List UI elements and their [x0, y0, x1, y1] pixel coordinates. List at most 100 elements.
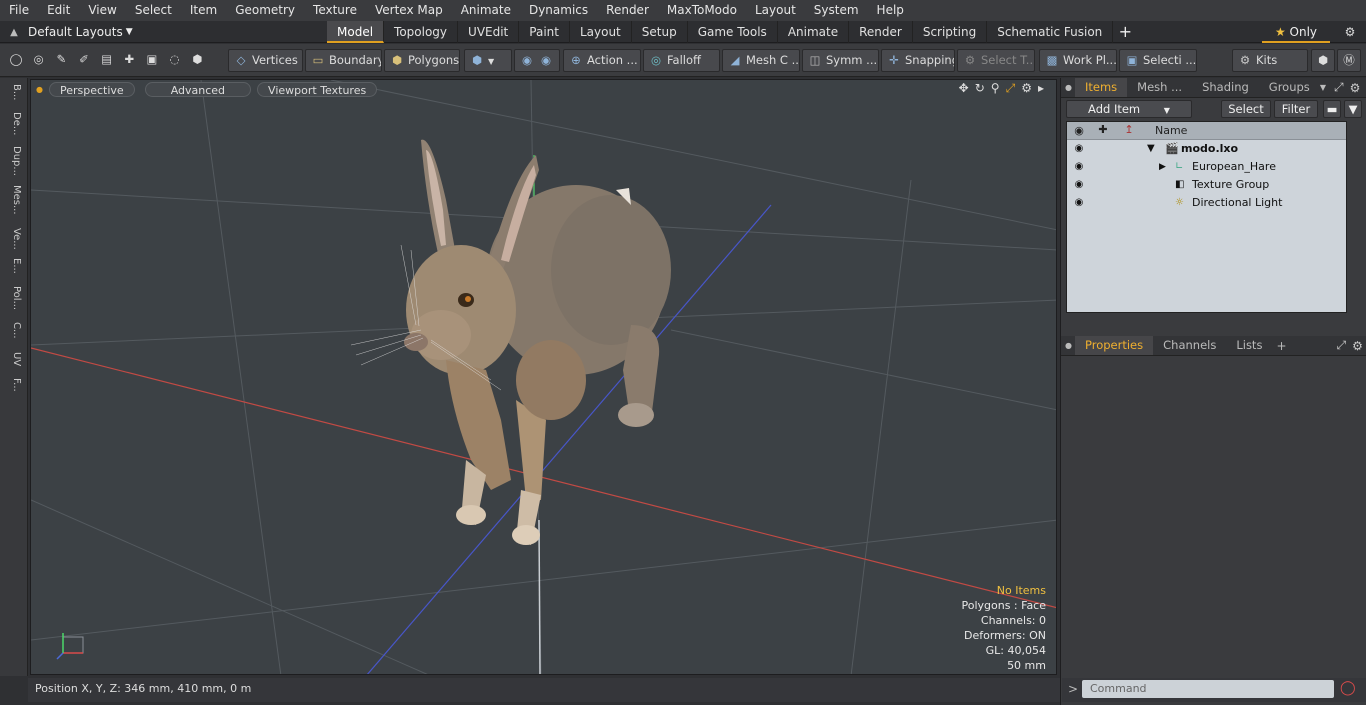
- collapse-all-icon[interactable]: ▬: [1323, 100, 1341, 118]
- side-tab-edge[interactable]: E...: [4, 258, 22, 274]
- rotate-icon[interactable]: ↻: [975, 81, 985, 96]
- menu-item[interactable]: Item: [181, 0, 226, 21]
- tab-animate[interactable]: Animate: [778, 21, 850, 43]
- side-tab-uv[interactable]: UV: [4, 352, 22, 366]
- panel-collapse-icon[interactable]: ●: [1061, 83, 1075, 92]
- side-tab-vertex[interactable]: Ve...: [4, 228, 22, 250]
- side-tab-duplicate[interactable]: Dup...: [4, 146, 22, 176]
- gear-icon[interactable]: ⚙: [1338, 21, 1362, 43]
- brush-icon[interactable]: ✐: [76, 49, 92, 70]
- tab-schematic-fusion[interactable]: Schematic Fusion: [987, 21, 1114, 43]
- pan-icon[interactable]: ✥: [959, 81, 969, 96]
- menu-system[interactable]: System: [805, 0, 868, 21]
- only-toggle[interactable]: ★ Only: [1262, 21, 1330, 43]
- align-icon[interactable]: ▤: [99, 49, 115, 70]
- filter-button[interactable]: Filter: [1274, 100, 1318, 118]
- tab-setup[interactable]: Setup: [632, 21, 688, 43]
- menu-geometry[interactable]: Geometry: [226, 0, 304, 21]
- menu-layout[interactable]: Layout: [746, 0, 805, 21]
- menu-help[interactable]: Help: [868, 0, 913, 21]
- eye-icon[interactable]: ◉: [1071, 176, 1087, 194]
- tab-shading[interactable]: Shading: [1192, 78, 1259, 97]
- tab-mesh[interactable]: Mesh ...: [1127, 78, 1192, 97]
- panel-gear-icon[interactable]: ⚙: [1350, 81, 1361, 95]
- eye-icon[interactable]: ◉: [1071, 158, 1087, 176]
- side-tab-basic[interactable]: B...: [4, 84, 22, 100]
- maximize-icon[interactable]: ⤢: [1006, 81, 1016, 96]
- tab-render[interactable]: Render: [849, 21, 913, 43]
- workplane-button[interactable]: ▩ Work Pl...: [1039, 49, 1117, 72]
- menu-animate[interactable]: Animate: [452, 0, 520, 21]
- select-button[interactable]: Select: [1221, 100, 1271, 118]
- side-tab-curve[interactable]: C...: [4, 322, 22, 339]
- tab-items[interactable]: Items: [1075, 78, 1128, 97]
- pivot-button[interactable]: ◉ ◉: [514, 49, 560, 72]
- eye-icon[interactable]: ◉: [1071, 140, 1087, 158]
- tree-row-scene[interactable]: ◉ ▼ 🎬 modo.lxo: [1067, 140, 1346, 158]
- expand-arrow-icon[interactable]: ▼: [1147, 140, 1155, 158]
- tab-model[interactable]: Model: [327, 21, 385, 43]
- filter-funnel-icon[interactable]: ▼: [1344, 100, 1362, 118]
- symmetry-button[interactable]: ◫ Symm ...: [802, 49, 879, 72]
- center-icon[interactable]: ✚: [121, 49, 137, 70]
- menu-view[interactable]: View: [79, 0, 125, 21]
- side-tab-mesh-edit[interactable]: Mes...: [4, 185, 22, 215]
- tab-game-tools[interactable]: Game Tools: [688, 21, 778, 43]
- box-select-icon[interactable]: ▣: [144, 49, 160, 70]
- vertices-button[interactable]: ◇ Vertices: [228, 49, 303, 72]
- viewport-3d[interactable]: ● Perspective Advanced Viewport Textures…: [30, 79, 1057, 675]
- tab-properties[interactable]: Properties: [1075, 336, 1154, 355]
- kits-button[interactable]: ⚙ Kits: [1232, 49, 1308, 72]
- tab-groups[interactable]: Groups: [1259, 78, 1320, 97]
- tree-row-mesh[interactable]: ◉ ▶ ∟ European_Hare: [1067, 158, 1346, 176]
- tab-scripting[interactable]: Scripting: [913, 21, 988, 43]
- side-tab-polygon[interactable]: Pol...: [4, 286, 22, 310]
- eye-icon[interactable]: ◉: [1071, 194, 1087, 212]
- viewport-menu-arrow-icon[interactable]: ▸: [1038, 81, 1044, 96]
- menu-render[interactable]: Render: [597, 0, 658, 21]
- menu-select[interactable]: Select: [126, 0, 181, 21]
- expand-arrow-icon[interactable]: ▶: [1159, 158, 1166, 176]
- tab-paint[interactable]: Paint: [519, 21, 570, 43]
- tree-row-texture-group[interactable]: ◉ ◧ Texture Group: [1067, 176, 1346, 194]
- side-tab-fusion[interactable]: F...: [4, 378, 22, 392]
- tabs-overflow-icon[interactable]: ▼: [1320, 83, 1326, 92]
- menu-dynamics[interactable]: Dynamics: [520, 0, 597, 21]
- panel-gear-icon[interactable]: ⚙: [1352, 339, 1363, 353]
- lasso-icon[interactable]: ◌: [167, 49, 183, 70]
- item-mode-icon[interactable]: ⬢: [189, 49, 205, 70]
- tab-layout[interactable]: Layout: [570, 21, 632, 43]
- tab-channels[interactable]: Channels: [1153, 336, 1226, 355]
- panel-expand-icon[interactable]: ⤢: [1334, 80, 1344, 95]
- viewport-textures-button[interactable]: Viewport Textures: [257, 81, 378, 97]
- pen-icon[interactable]: ✎: [53, 49, 69, 70]
- material-mode-button[interactable]: ⬢ ▼: [464, 49, 512, 72]
- menu-vertex-map[interactable]: Vertex Map: [366, 0, 452, 21]
- tab-lists[interactable]: Lists: [1226, 336, 1272, 355]
- unity-button[interactable]: ⬢: [1311, 49, 1335, 72]
- mesh-constraint-button[interactable]: ◢ Mesh C ...: [722, 49, 800, 72]
- tree-row-light[interactable]: ◉ ☼ Directional Light: [1067, 194, 1346, 212]
- add-tab-icon[interactable]: +: [1276, 339, 1286, 353]
- expand-up-icon[interactable]: ▲: [0, 27, 28, 38]
- menu-edit[interactable]: Edit: [38, 0, 79, 21]
- snapping-button[interactable]: ✛ Snapping: [881, 49, 955, 72]
- zoom-icon[interactable]: ⚲: [991, 81, 1000, 96]
- falloff-button[interactable]: ◎ Falloff: [643, 49, 720, 72]
- add-tab-icon[interactable]: +: [1113, 21, 1137, 43]
- circle-select-icon[interactable]: ◯: [8, 49, 24, 70]
- layout-selector[interactable]: ▲ Default Layouts ▼: [0, 21, 133, 43]
- menu-maxtomodo[interactable]: MaxToModo: [658, 0, 746, 21]
- panel-collapse-icon[interactable]: ●: [1061, 341, 1075, 350]
- shading-button[interactable]: Advanced: [144, 81, 252, 97]
- tab-topology[interactable]: Topology: [384, 21, 459, 43]
- boundary-button[interactable]: ▭ Boundary: [305, 49, 382, 72]
- record-icon[interactable]: ◯: [1340, 680, 1356, 696]
- selection-sets-button[interactable]: ▣ Selecti ...: [1119, 49, 1197, 72]
- unreal-button[interactable]: Ⓜ: [1337, 49, 1361, 72]
- menu-texture[interactable]: Texture: [304, 0, 366, 21]
- panel-expand-icon[interactable]: ⤢: [1337, 338, 1347, 353]
- select-through-button[interactable]: ⚙ Select T...: [957, 49, 1035, 72]
- menu-file[interactable]: File: [0, 0, 38, 21]
- add-item-button[interactable]: Add Item ▼: [1066, 100, 1192, 118]
